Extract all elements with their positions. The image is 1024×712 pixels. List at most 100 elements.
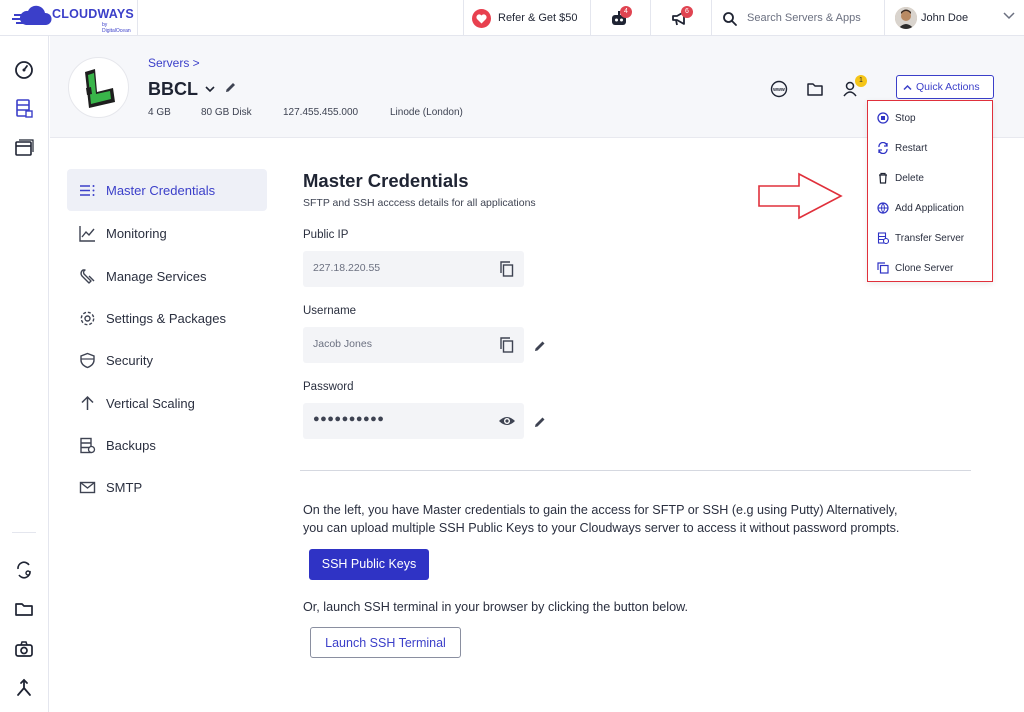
menu-monitoring[interactable]: Monitoring (67, 212, 267, 254)
user-name: John Doe (921, 12, 969, 24)
public-ip-value: 227.18.220.55 (313, 262, 381, 274)
menu-manage-services[interactable]: Manage Services (67, 255, 267, 297)
menu-security[interactable]: Security (67, 339, 267, 381)
server-disk: 80 GB Disk (201, 107, 252, 118)
quick-action-transfer-server[interactable]: Transfer Server (868, 223, 991, 253)
wrench-icon (80, 269, 95, 284)
left-rail (0, 36, 49, 712)
shield-icon (80, 352, 95, 369)
server-name: BBCL (148, 79, 198, 99)
server-provider: Linode (London) (390, 107, 463, 118)
eye-icon[interactable] (498, 412, 516, 430)
edit-icon[interactable] (533, 415, 547, 429)
menu-vertical-scaling[interactable]: Vertical Scaling (67, 382, 267, 424)
menu-label: Settings & Packages (106, 311, 226, 326)
announcements-button[interactable]: 6 (670, 6, 693, 27)
gear-icon (80, 311, 95, 326)
copy-icon[interactable] (498, 336, 516, 354)
menu-master-credentials[interactable]: Master Credentials (67, 169, 267, 211)
menu-label: Monitoring (106, 226, 167, 241)
server-ram: 4 GB (148, 107, 171, 118)
section-divider (300, 470, 971, 471)
www-icon[interactable]: www (770, 80, 788, 98)
transfer-icon (877, 232, 889, 244)
quick-actions-button[interactable]: Quick Actions (896, 75, 994, 99)
breadcrumb[interactable]: Servers > (148, 56, 200, 70)
svg-text:www: www (772, 87, 785, 93)
menu-label: Manage Services (106, 269, 207, 284)
quick-action-delete[interactable]: Delete (868, 163, 991, 193)
www-icon (877, 202, 889, 214)
bot-button[interactable]: 4 (609, 6, 632, 27)
dashboard-icon[interactable] (14, 60, 34, 80)
username-value: Jacob Jones (313, 338, 372, 350)
menu-settings-packages[interactable]: Settings & Packages (67, 297, 267, 339)
applications-icon[interactable] (14, 138, 34, 158)
search-icon (723, 12, 737, 26)
arrow-up-icon (81, 395, 94, 410)
folder-icon[interactable] (806, 80, 824, 98)
menu-backups[interactable]: Backups (67, 424, 267, 466)
avatar (895, 7, 917, 29)
quick-action-stop[interactable]: Stop (868, 103, 991, 133)
password-field[interactable]: ●●●●●●●●●● (303, 403, 524, 439)
launch-ssh-terminal-button[interactable]: Launch SSH Terminal (310, 627, 461, 658)
trash-icon (879, 172, 887, 184)
team-sync-icon[interactable] (14, 560, 34, 580)
rail-divider (12, 532, 36, 533)
server-ip: 127.455.455.000 (283, 107, 359, 118)
logo-text: CLOUDWAYS (52, 7, 134, 21)
quick-action-label: Stop (895, 113, 916, 124)
merge-icon[interactable] (14, 678, 34, 698)
quick-actions-label: Quick Actions (916, 81, 980, 93)
menu-smtp[interactable]: SMTP (67, 466, 267, 508)
cloudways-logo[interactable]: CLOUDWAYS by DigitalOcean (12, 5, 137, 34)
mail-icon (79, 481, 96, 494)
quick-action-add-application[interactable]: Add Application (868, 193, 991, 223)
quick-actions-menu: Stop Restart Delete Add Application Tran… (867, 100, 993, 282)
top-bar: CLOUDWAYS by DigitalOcean Refer & Get $5… (0, 0, 1024, 36)
ssh-public-keys-button[interactable]: SSH Public Keys (309, 549, 429, 580)
public-ip-field[interactable]: 227.18.220.55 (303, 251, 524, 287)
servers-icon[interactable] (14, 98, 34, 118)
quick-action-restart[interactable]: Restart (868, 133, 991, 163)
chevron-down-icon[interactable] (204, 84, 216, 94)
quick-action-clone-server[interactable]: Clone Server (868, 253, 991, 283)
quick-action-label: Restart (895, 143, 928, 154)
page-title: Master Credentials (303, 170, 469, 191)
server-avatar (68, 57, 129, 118)
chevron-down-icon[interactable] (1003, 12, 1015, 20)
backup-icon (80, 437, 96, 454)
menu-label: SMTP (106, 480, 143, 495)
addons-icon[interactable] (14, 639, 34, 659)
password-label: Password (303, 381, 354, 393)
search-placeholder: Search Servers & Apps (747, 12, 861, 24)
quick-action-label: Add Application (895, 203, 964, 214)
ssh-public-keys-label: SSH Public Keys (321, 557, 417, 571)
menu-label: Vertical Scaling (106, 396, 195, 411)
cloud-logo-icon (12, 5, 52, 26)
launch-ssh-terminal-label: Launch SSH Terminal (325, 636, 446, 650)
menu-label: Backups (106, 438, 156, 453)
heart-icon (472, 9, 491, 28)
divider (137, 0, 138, 36)
username-label: Username (303, 305, 357, 317)
ssh-description-line2: you can upload multiple SSH Public Keys … (303, 521, 900, 535)
quick-action-label: Delete (895, 173, 924, 184)
terminal-description: Or, launch SSH terminal in your browser … (303, 600, 688, 614)
username-field[interactable]: Jacob Jones (303, 327, 524, 363)
password-value: ●●●●●●●●●● (313, 413, 385, 425)
refer-label: Refer & Get $50 (498, 12, 578, 24)
logo-subtext: by DigitalOcean (102, 22, 131, 34)
edit-icon[interactable] (533, 339, 547, 353)
chart-icon (79, 226, 95, 242)
stop-icon (877, 112, 889, 124)
divider (884, 0, 885, 36)
annotation-arrow (758, 172, 843, 220)
edit-icon[interactable] (224, 81, 237, 94)
copy-icon[interactable] (498, 260, 516, 278)
divider (463, 0, 464, 36)
folder-icon[interactable] (14, 599, 34, 619)
team-badge: 1 (855, 75, 867, 87)
menu-label: Security (106, 353, 153, 368)
